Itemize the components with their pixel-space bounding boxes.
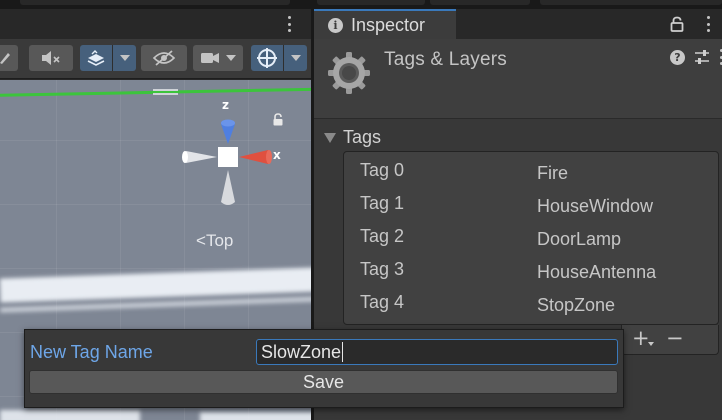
tag-value[interactable]: Fire: [537, 163, 568, 184]
tags-list-footer: + −: [621, 325, 719, 355]
help-icon[interactable]: ?: [670, 49, 685, 65]
tag-key: Tag 3: [360, 259, 405, 279]
chevron-down-icon: [119, 55, 130, 61]
list-item[interactable]: Tag 2 DoorLamp: [344, 220, 718, 253]
scene-camera-button[interactable]: [193, 45, 243, 71]
tab-strip-segment[interactable]: [317, 0, 425, 5]
eye-hidden-icon: [152, 50, 176, 66]
tag-key: Tag 1: [360, 193, 405, 213]
remove-tag-button[interactable]: −: [666, 326, 684, 350]
gizmo-x-label: x: [273, 148, 281, 162]
foldout-arrow-icon: [324, 132, 336, 143]
chevron-down-icon: [290, 55, 301, 61]
orientation-gizmo[interactable]: z x: [180, 98, 290, 220]
tab-strip-segment[interactable]: [540, 0, 722, 5]
draw-mode-button[interactable]: [0, 45, 18, 71]
effects-toggle-button[interactable]: [80, 45, 112, 71]
tags-foldout-label: Tags: [343, 127, 382, 147]
text-cursor: [342, 342, 344, 362]
effects-dropdown-button[interactable]: [112, 45, 136, 71]
add-tag-button[interactable]: +: [632, 326, 650, 350]
tab-inspector-label: Inspector: [351, 14, 426, 35]
tag-value[interactable]: HouseWindow: [537, 196, 653, 217]
scene-visibility-button[interactable]: [141, 45, 187, 71]
tag-key: Tag 4: [360, 292, 405, 312]
save-button[interactable]: Save: [29, 370, 618, 394]
layers-effects-icon: [87, 50, 105, 66]
inspector-tab-bar: i Inspector: [314, 9, 722, 39]
scene-terrain-streak: [0, 410, 140, 420]
scene-more-options-icon[interactable]: [287, 16, 291, 32]
tags-foldout[interactable]: Tags: [324, 127, 381, 148]
presets-sliders-icon[interactable]: [694, 49, 710, 65]
gizmos-toggle-button[interactable]: [251, 45, 283, 71]
draw-mode-icon: [0, 53, 10, 64]
scene-terrain-streak: [200, 412, 311, 420]
tag-key: Tag 0: [360, 160, 405, 180]
gizmo-z-label: z: [222, 98, 229, 112]
scene-toolbar: [0, 39, 311, 79]
inspector-header: Tags & Layers ?: [314, 39, 722, 119]
camera-icon: [201, 53, 219, 63]
header-icon-group: ?: [670, 49, 722, 65]
tag-value[interactable]: StopZone: [537, 295, 615, 316]
list-item[interactable]: Tag 1 HouseWindow: [344, 187, 718, 220]
view-orientation-label[interactable]: <Top: [196, 231, 233, 251]
tag-value[interactable]: HouseAntenna: [537, 262, 656, 283]
scene-tab-strip[interactable]: [20, 0, 290, 5]
chevron-down-icon: [648, 342, 654, 346]
tab-inspector[interactable]: i Inspector: [314, 9, 456, 39]
new-tag-name-value: SlowZone: [261, 341, 342, 362]
back-arrow-icon: <: [196, 231, 206, 250]
gizmo-globe-icon: [257, 48, 277, 68]
audio-muted-icon: [42, 51, 60, 65]
inspector-more-options-icon[interactable]: [706, 16, 710, 32]
new-tag-name-input[interactable]: SlowZone: [256, 339, 618, 365]
list-item[interactable]: Tag 4 StopZone: [344, 286, 718, 319]
audio-toggle-button[interactable]: [29, 45, 73, 71]
lock-icon[interactable]: [670, 16, 684, 32]
list-item[interactable]: Tag 0 Fire: [344, 154, 718, 187]
tag-value[interactable]: DoorLamp: [537, 229, 621, 250]
list-item[interactable]: Tag 3 HouseAntenna: [344, 253, 718, 286]
gear-icon: [328, 52, 370, 94]
viewport-drag-handle[interactable]: [153, 89, 178, 95]
new-tag-popup: New Tag Name SlowZone Save: [24, 329, 624, 408]
view-orientation-text: Top: [205, 231, 234, 250]
tag-key: Tag 2: [360, 226, 405, 246]
chevron-down-icon: [226, 55, 236, 61]
new-tag-name-label: New Tag Name: [30, 342, 153, 362]
tags-list: Tag 0 Fire Tag 1 HouseWindow Tag 2 DoorL…: [343, 151, 719, 325]
inspector-title: Tags & Layers: [384, 49, 507, 70]
window-top-strip: [0, 0, 722, 9]
info-icon: i: [328, 17, 343, 33]
gizmos-dropdown-button[interactable]: [283, 45, 307, 71]
scene-terrain-streak: [0, 267, 311, 303]
tab-strip-segment[interactable]: [430, 0, 530, 5]
scene-tab-bar: [0, 9, 311, 39]
